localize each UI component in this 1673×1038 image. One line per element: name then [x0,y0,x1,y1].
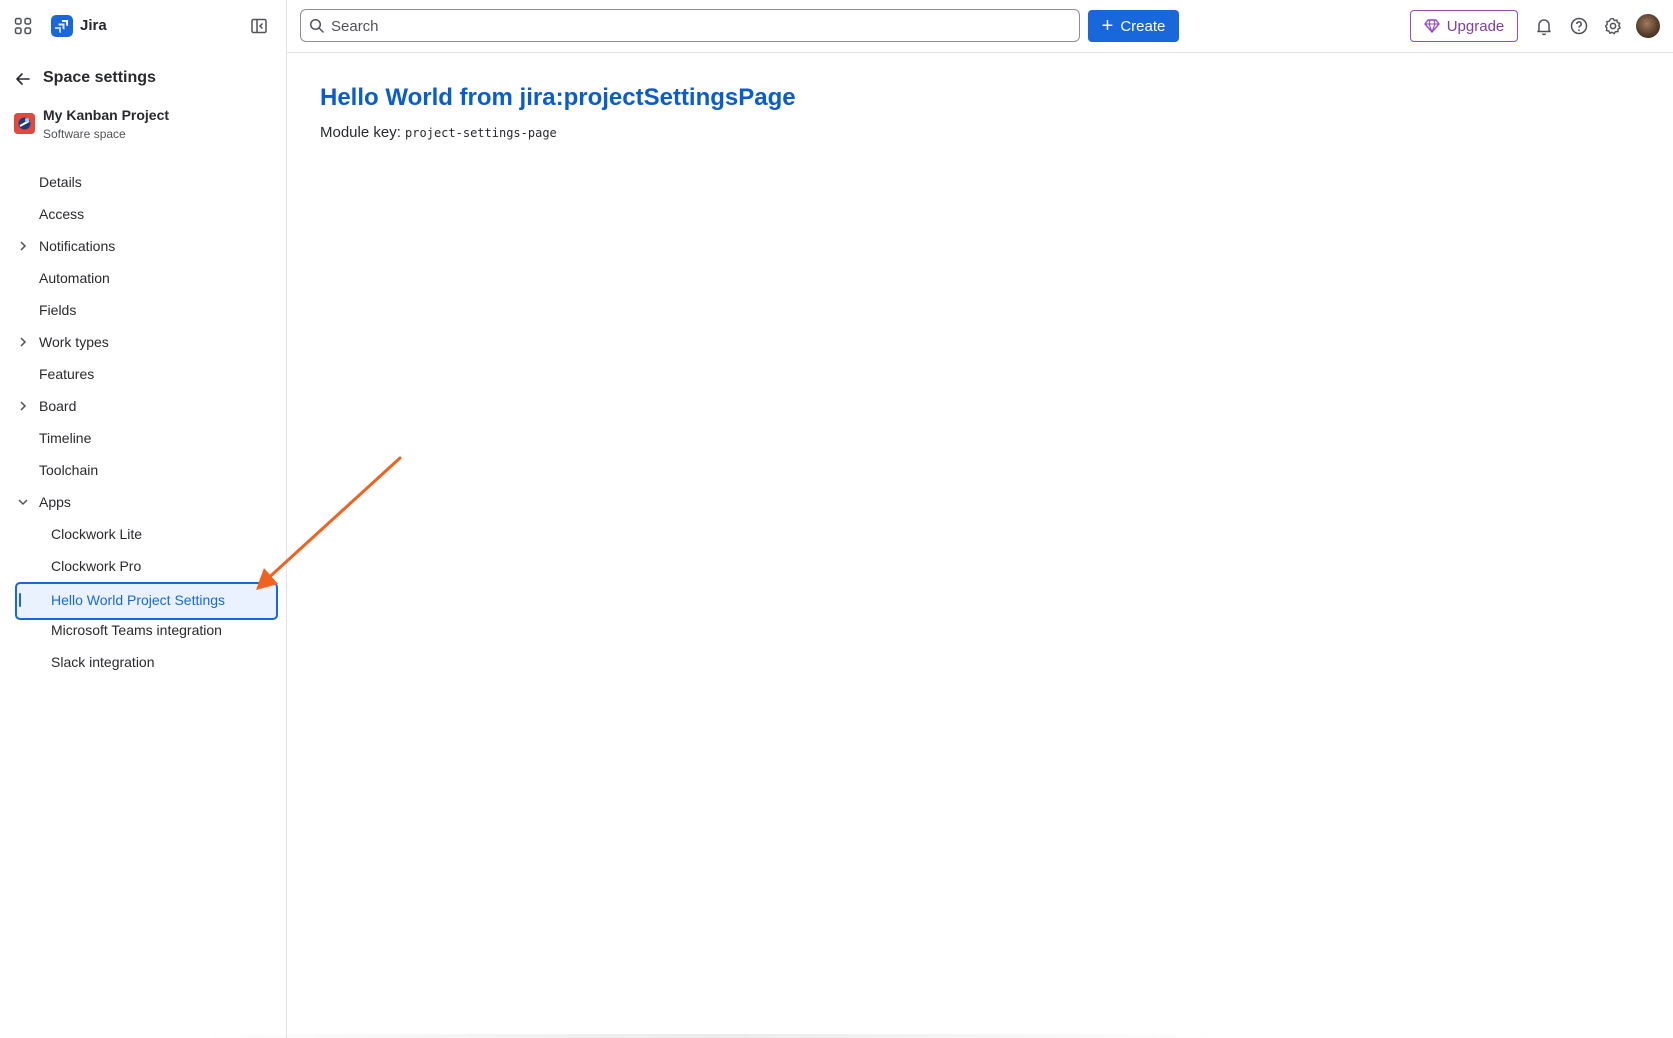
sidebar: Jira Space settings My Kanban Project So… [0,0,287,1038]
create-button-label: Create [1120,17,1166,35]
module-key-label: Module key: [320,124,401,141]
app-name[interactable]: Jira [80,17,107,34]
sidebar-item-notifications[interactable]: Notifications [0,230,287,262]
sidebar-item-label: Clockwork Lite [51,526,143,542]
sidebar-item-label: Timeline [39,430,92,446]
sidebar-item-label: Notifications [39,238,116,254]
diamond-icon [1424,19,1440,33]
arrow-left-icon[interactable] [14,70,32,88]
top-navigation-bar: + Create Upgrade [287,0,1673,53]
main-content: Hello World from jira:projectSettingsPag… [320,84,796,141]
user-avatar[interactable] [1636,14,1660,38]
sidebar-item-automation[interactable]: Automation [0,262,287,294]
sidebar-item-timeline[interactable]: Timeline [0,422,287,454]
sidebar-item-work-types[interactable]: Work types [0,326,287,358]
sidebar-item-label: Fields [39,302,77,318]
gear-icon[interactable] [1603,16,1623,36]
module-key-value: project-settings-page [405,126,557,140]
sidebar-item-label: Automation [39,270,110,286]
sidebar-header: Jira [0,0,287,52]
horizontal-scroll-shadow [200,1034,1220,1038]
plus-icon: + [1101,15,1114,37]
page-title: Hello World from jira:projectSettingsPag… [320,84,796,111]
sidebar-item-apps[interactable]: Apps [0,486,287,518]
chevron-down-icon[interactable] [16,495,30,509]
back-to-space[interactable]: Space settings [12,68,272,90]
space-settings-title: Space settings [43,69,156,86]
settings-nav: Details Access Notifications Automation … [0,166,287,678]
sidebar-item-microsoft-teams-integration[interactable]: Microsoft Teams integration [0,614,287,646]
sidebar-item-label: Apps [39,494,71,510]
sidebar-item-slack-integration[interactable]: Slack integration [0,646,287,678]
project-card: My Kanban Project Software space [14,106,274,146]
sidebar-item-label: Board [39,398,77,414]
question-icon[interactable] [1569,16,1589,36]
project-type: Software space [43,127,126,141]
sidebar-item-label: Microsoft Teams integration [51,622,222,638]
chevron-right-icon[interactable] [16,399,30,413]
sidebar-item-clockwork-lite[interactable]: Clockwork Lite [0,518,287,550]
sidebar-item-board[interactable]: Board [0,390,287,422]
chevron-right-icon[interactable] [16,239,30,253]
sidebar-item-clockwork-pro[interactable]: Clockwork Pro [0,550,287,582]
chevron-right-icon[interactable] [16,335,30,349]
project-name: My Kanban Project [43,107,170,123]
sidebar-item-toolchain[interactable]: Toolchain [0,454,287,486]
create-button[interactable]: + Create [1088,10,1179,42]
annotation-arrow [256,456,402,590]
sidebar-item-fields[interactable]: Fields [0,294,287,326]
sidebar-item-label: Hello World Project Settings [51,592,226,608]
selected-indicator [19,593,21,607]
sidebar-item-label: Toolchain [39,462,99,478]
module-key-row: Module key: project-settings-page [320,124,796,141]
sidebar-item-label: Details [39,174,82,190]
search-icon [309,18,324,33]
upgrade-button-label: Upgrade [1446,17,1505,35]
project-avatar-icon [14,113,35,134]
sidebar-item-hello-world-project-settings[interactable]: Hello World Project Settings [0,582,287,620]
app-switcher-icon[interactable] [14,17,32,35]
search-box[interactable] [300,9,1080,42]
sidebar-item-label: Features [39,366,95,382]
sidebar-item-label: Clockwork Pro [51,558,142,574]
upgrade-button[interactable]: Upgrade [1410,10,1518,42]
sidebar-item-details[interactable]: Details [0,166,287,198]
sidebar-collapse-icon[interactable] [250,17,268,35]
search-input[interactable] [331,16,1061,36]
sidebar-item-access[interactable]: Access [0,198,287,230]
sidebar-item-label: Access [39,206,85,222]
jira-logo-icon[interactable] [51,15,73,37]
bell-icon[interactable] [1534,16,1554,36]
sidebar-item-label: Slack integration [51,654,155,670]
sidebar-item-label: Work types [39,334,109,350]
sidebar-item-features[interactable]: Features [0,358,287,390]
